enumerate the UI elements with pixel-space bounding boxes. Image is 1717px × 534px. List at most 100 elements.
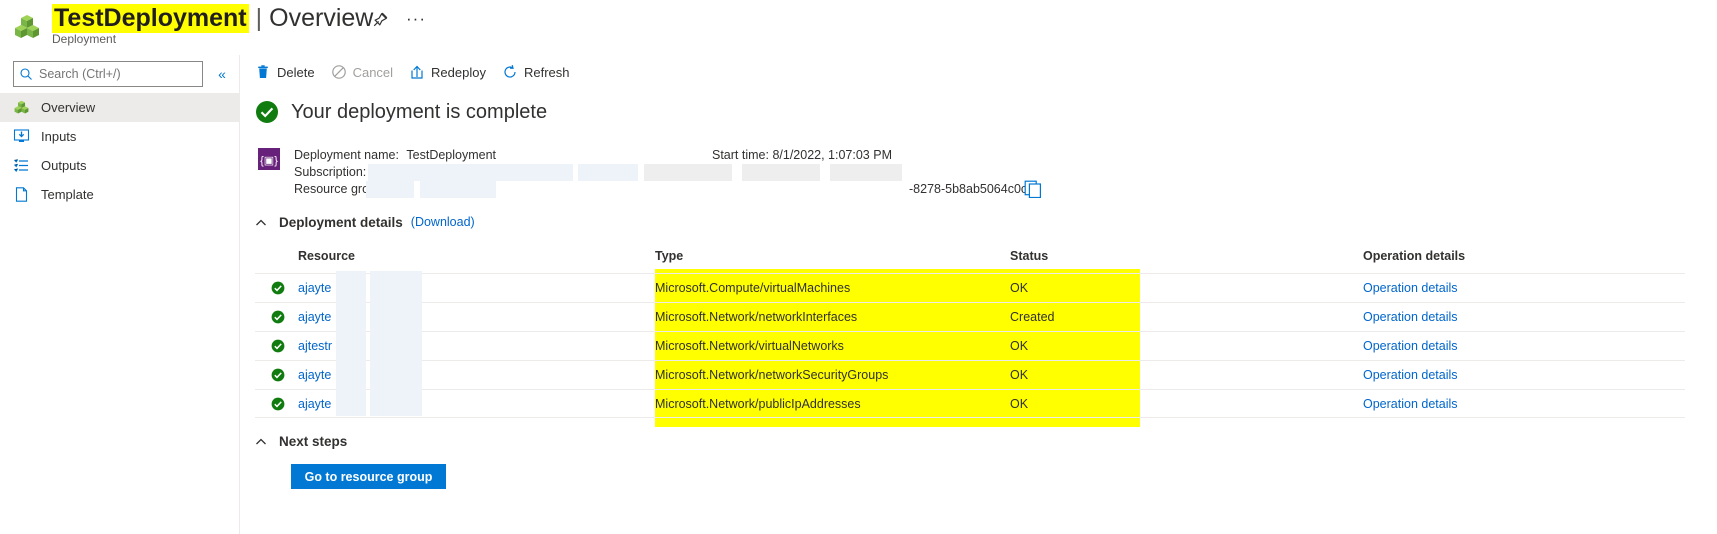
download-link[interactable]: (Download): [411, 215, 475, 229]
more-options-button[interactable]: ···: [405, 8, 427, 30]
sidebar-item-inputs[interactable]: Inputs: [0, 122, 239, 151]
deployment-name-value: TestDeployment: [406, 148, 497, 162]
deployment-details-header: Deployment details (Download): [255, 212, 1717, 232]
search-input[interactable]: [37, 66, 197, 82]
next-steps-title: Next steps: [279, 433, 348, 449]
row-type-cell: Microsoft.Compute/virtualMachines: [655, 281, 851, 295]
outputs-icon: [13, 157, 30, 174]
redaction-block: [420, 181, 496, 198]
row-status-icon: [255, 397, 298, 411]
chevron-up-icon[interactable]: [255, 435, 267, 447]
success-check-icon: [271, 310, 285, 324]
table-row[interactable]: ajayte Microsoft.Network/publicIpAddress…: [255, 386, 1685, 418]
delete-button-label: Delete: [277, 64, 315, 80]
sidebar-item-template[interactable]: Template: [0, 180, 239, 209]
redaction-block: [370, 329, 422, 358]
row-type-cell: Microsoft.Network/publicIpAddresses: [655, 396, 861, 411]
refresh-button[interactable]: Refresh: [502, 59, 570, 85]
row-status-cell: OK: [1010, 339, 1029, 353]
go-to-resource-group-button[interactable]: Go to resource group: [291, 464, 446, 489]
start-time-line: Start time: 8/1/2022, 1:07:03 PM: [712, 147, 892, 164]
deployment-name-line: Deployment name: TestDeployment Start ti…: [294, 147, 892, 164]
row-status-cell: Created: [1010, 310, 1055, 324]
sidebar: « Overview: [0, 55, 240, 534]
row-status-icon: [255, 339, 298, 353]
resource-link[interactable]: ajayte: [298, 368, 331, 382]
pin-icon[interactable]: [370, 10, 390, 30]
sidebar-item-overview[interactable]: Overview: [0, 93, 239, 122]
deployment-name-label: Deployment name:: [294, 148, 399, 162]
row-status-icon: [255, 281, 298, 295]
svg-text:{▣}: {▣}: [260, 155, 278, 167]
redaction-block: [830, 164, 902, 181]
redaction-block: [336, 386, 366, 416]
resource-link[interactable]: ajayte: [298, 310, 331, 324]
redeploy-button[interactable]: Redeploy: [409, 59, 486, 85]
row-resource-cell: ajayte: [298, 300, 655, 329]
table-row[interactable]: ajtestr Microsoft.Network/virtualNetwork…: [255, 329, 1685, 360]
resource-link[interactable]: ajayte: [298, 281, 331, 295]
search-icon: [19, 67, 33, 81]
success-check-icon: [271, 368, 285, 382]
trash-icon: [255, 64, 271, 80]
cubes-icon: [13, 99, 30, 116]
resource-group-line: Resource grou: [294, 181, 496, 198]
row-type-cell: Microsoft.Network/networkInterfaces: [655, 310, 858, 324]
row-type-cell: Microsoft.Network/virtualNetworks: [655, 339, 844, 353]
row-status-cell: OK: [1010, 396, 1029, 411]
inputs-icon: [13, 128, 30, 145]
row-status-icon: [255, 310, 298, 324]
refresh-icon: [502, 64, 518, 80]
deployment-status-text: Your deployment is complete: [291, 100, 548, 123]
table-header-icon-spacer: [255, 249, 298, 273]
subscription-line: Subscription: -8278-5b8ab5064c0c: [294, 164, 1042, 199]
sidebar-item-outputs[interactable]: Outputs: [0, 151, 239, 180]
resource-group-label: Resource grou: [294, 182, 376, 196]
subscription-label: Subscription:: [294, 165, 367, 179]
search-box[interactable]: [13, 61, 203, 87]
page-title-separator: |: [255, 3, 263, 32]
collapse-sidebar-button[interactable]: «: [212, 64, 232, 84]
row-resource-cell: ajayte: [298, 386, 655, 416]
redaction-block: [336, 358, 366, 387]
table-row[interactable]: ajayte Microsoft.Network/networkInterfac…: [255, 300, 1685, 331]
redaction-block: [336, 329, 366, 358]
sidebar-item-label: Overview: [41, 100, 96, 115]
cancel-button-label: Cancel: [352, 64, 394, 80]
operation-details-link[interactable]: Operation details: [1363, 281, 1685, 295]
redeploy-button-label: Redeploy: [431, 64, 486, 80]
redaction-block: [366, 181, 414, 198]
chevron-up-icon[interactable]: [255, 216, 267, 228]
row-type-cell: Microsoft.Network/networkSecurityGroups: [655, 368, 889, 382]
start-time-label: Start time:: [712, 148, 769, 162]
operation-details-link[interactable]: Operation details: [1363, 397, 1685, 411]
table-header-operation-details: Operation details: [1363, 249, 1466, 263]
operation-details-link[interactable]: Operation details: [1363, 368, 1685, 382]
row-resource-cell: ajayte: [298, 358, 655, 387]
redaction-block: [370, 271, 422, 300]
row-status-cell: OK: [1010, 281, 1029, 295]
operation-details-link[interactable]: Operation details: [1363, 339, 1685, 353]
sidebar-item-label: Outputs: [41, 158, 87, 173]
next-steps-section: Next steps Go to resource group: [255, 431, 1717, 489]
search-container: [13, 61, 203, 87]
resource-link[interactable]: ajtestr: [298, 339, 332, 353]
cancel-button: Cancel: [331, 59, 393, 85]
row-status-icon: [255, 368, 298, 382]
sidebar-item-label: Template: [41, 187, 94, 202]
table-row[interactable]: ajayte Microsoft.Compute/virtualMachines…: [255, 271, 1685, 302]
table-row[interactable]: ajayte Microsoft.Network/networkSecurity…: [255, 358, 1685, 389]
resource-link[interactable]: ajayte: [298, 397, 331, 411]
start-time-value: 8/1/2022, 1:07:03 PM: [772, 148, 892, 162]
copy-icon[interactable]: [1024, 180, 1042, 199]
delete-button[interactable]: Delete: [255, 59, 315, 85]
redaction-block: [370, 358, 422, 387]
redaction-block: [370, 300, 422, 329]
table-header-row: Resource Type Status Operation details: [255, 249, 1685, 273]
row-resource-cell: ajayte: [298, 271, 655, 300]
cancel-icon: [331, 64, 347, 80]
redaction-block: [742, 164, 820, 181]
main-content: Your deployment is complete {▣} Deployme…: [255, 95, 1717, 489]
operation-details-link[interactable]: Operation details: [1363, 310, 1685, 324]
deployment-details-title: Deployment details: [279, 214, 403, 230]
